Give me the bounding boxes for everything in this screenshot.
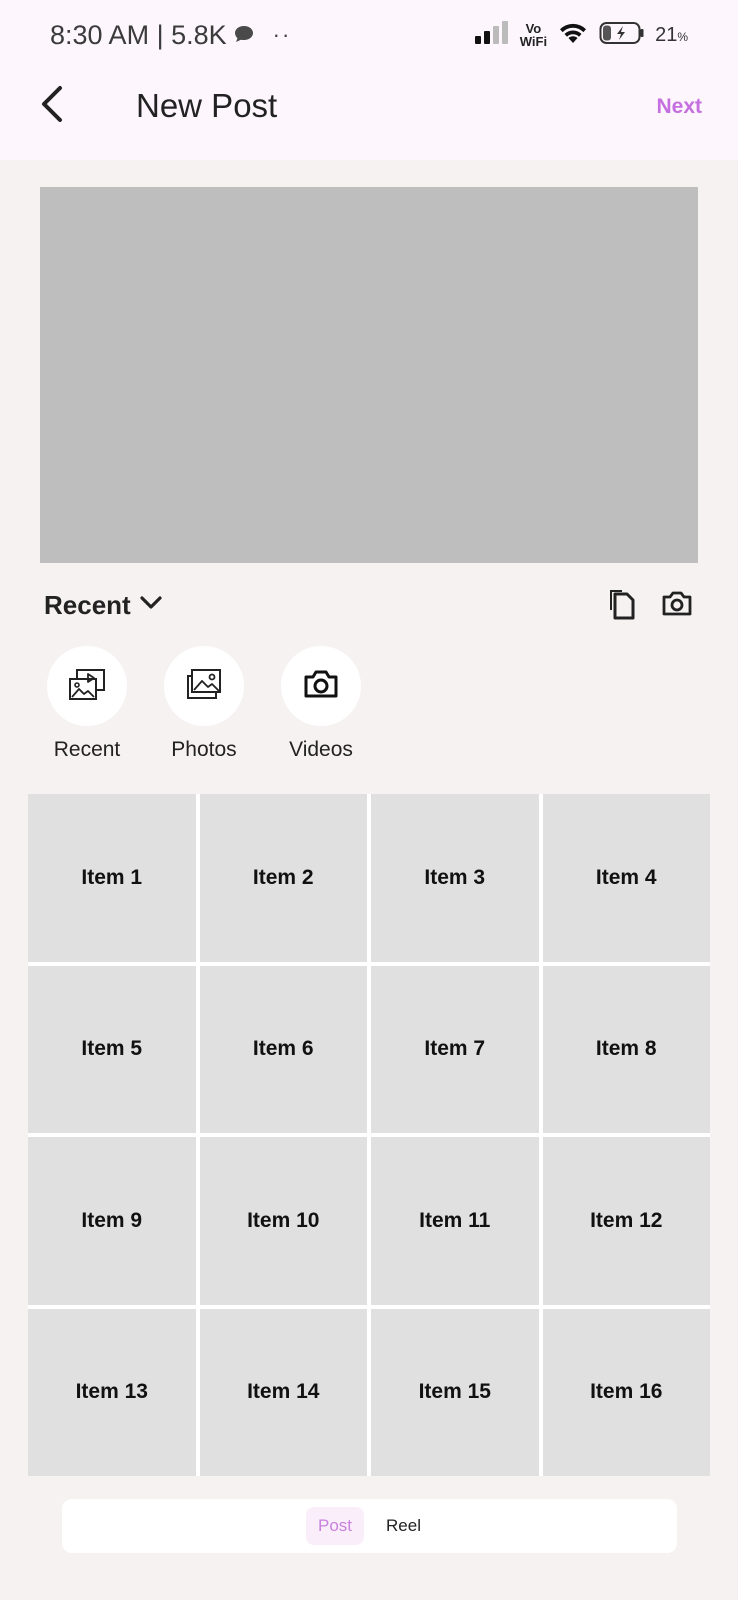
grid-item[interactable]: Item 5: [28, 965, 196, 1133]
album-selector[interactable]: Recent: [44, 585, 163, 625]
grid-item[interactable]: Item 14: [199, 1308, 367, 1476]
grid-item[interactable]: Item 10: [199, 1137, 367, 1305]
source-videos-label: Videos: [289, 738, 353, 761]
status-right: Vo WiFi 21%: [474, 18, 688, 52]
vowifi-indicator: Vo WiFi: [520, 22, 547, 48]
grid-item[interactable]: Item 15: [371, 1308, 539, 1476]
signal-icon: [474, 20, 510, 51]
grid-item[interactable]: Item 8: [542, 965, 710, 1133]
back-arrow-icon: [39, 85, 65, 128]
grid-item[interactable]: Item 13: [28, 1308, 196, 1476]
source-photos-circle: [164, 646, 244, 726]
top-area: 8:30 AM | 5.8K ·· Vo WiFi 21% New Post N…: [0, 0, 738, 160]
wifi-icon: [557, 21, 589, 50]
next-button[interactable]: Next: [656, 90, 702, 124]
vowifi-bottom: WiFi: [519, 34, 548, 49]
source-recent-label: Recent: [53, 738, 121, 761]
grid-item[interactable]: Item 3: [371, 794, 539, 962]
grid-item[interactable]: Item 16: [542, 1308, 710, 1476]
status-dots: ··: [272, 22, 292, 47]
mode-switcher: Post Reel: [62, 1499, 677, 1553]
mode-post-tab[interactable]: Post: [306, 1507, 365, 1545]
back-button[interactable]: [30, 84, 74, 128]
copy-icon: [606, 586, 636, 625]
status-time: 8:30 AM | 5.8K: [50, 19, 227, 50]
grid-item[interactable]: Item 1: [28, 794, 196, 962]
source-recent[interactable]: Recent: [47, 646, 127, 762]
source-photos[interactable]: Photos: [164, 646, 244, 762]
album-selector-label: Recent: [44, 589, 131, 620]
grid-item[interactable]: Item 11: [371, 1137, 539, 1305]
album-actions: [604, 585, 694, 625]
camera-icon: [661, 589, 693, 622]
source-photos-label: Photos: [171, 738, 237, 761]
app-bar: New Post Next: [0, 70, 738, 160]
camera-button[interactable]: [660, 588, 694, 622]
source-videos[interactable]: Videos: [281, 646, 361, 762]
battery-percent: 21%: [655, 24, 688, 47]
grid-item[interactable]: Item 9: [28, 1137, 196, 1305]
chat-bubble-icon: [233, 25, 255, 45]
source-options: Recent Photos Videos: [47, 646, 361, 762]
source-videos-circle: [281, 646, 361, 726]
battery-value: 21: [655, 23, 678, 46]
grid-item[interactable]: Item 12: [542, 1137, 710, 1305]
source-recent-circle: [47, 646, 127, 726]
media-grid: Item 1 Item 2 Item 3 Item 4 Item 5 Item …: [28, 794, 710, 1476]
grid-item[interactable]: Item 6: [199, 965, 367, 1133]
battery-icon: [599, 20, 645, 51]
gallery-video-icon: [68, 666, 106, 707]
chevron-down-icon: [139, 595, 163, 616]
multi-select-button[interactable]: [604, 588, 638, 622]
grid-item[interactable]: Item 4: [542, 794, 710, 962]
mode-reel-tab[interactable]: Reel: [374, 1507, 433, 1545]
image-icon: [186, 668, 222, 705]
grid-item[interactable]: Item 7: [371, 965, 539, 1133]
status-left: 8:30 AM | 5.8K ··: [50, 18, 291, 52]
media-preview: [40, 187, 698, 563]
status-bar: 8:30 AM | 5.8K ·· Vo WiFi 21%: [0, 0, 738, 70]
grid-item[interactable]: Item 2: [199, 794, 367, 962]
battery-unit: %: [677, 29, 688, 44]
camera-icon: [303, 668, 339, 705]
page-title: New Post: [136, 87, 278, 124]
